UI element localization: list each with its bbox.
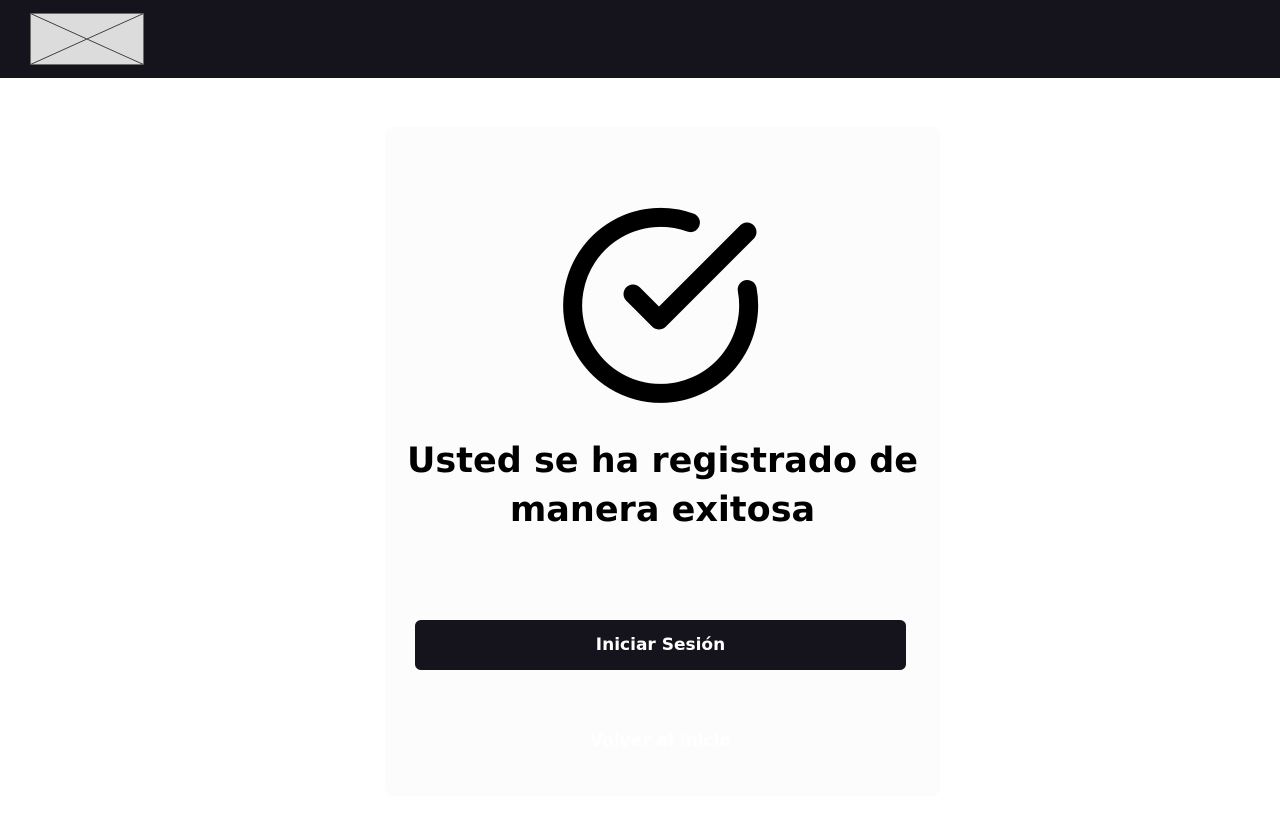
login-button[interactable]: Iniciar Sesión — [415, 620, 906, 670]
back-to-home-button[interactable]: Volver al inicio — [540, 723, 781, 759]
check-circle-icon — [557, 200, 763, 406]
top-navbar — [0, 0, 1280, 78]
success-message: Usted se ha registrado de manera exitosa — [406, 441, 918, 530]
logo-placeholder-icon[interactable] — [30, 13, 144, 65]
registration-success-card: Usted se ha registrado de manera exitosa… — [385, 127, 940, 796]
